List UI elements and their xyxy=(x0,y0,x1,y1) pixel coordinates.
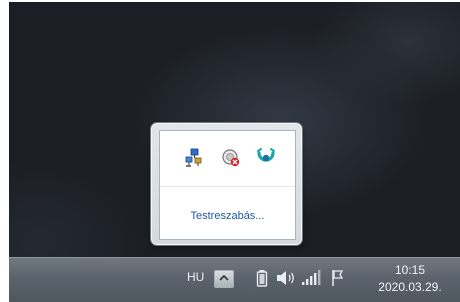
security-shield-icon[interactable] xyxy=(220,147,242,169)
customize-link[interactable]: Testreszabás... xyxy=(160,210,295,222)
chevron-up-icon xyxy=(219,274,229,281)
show-hidden-icons-button[interactable] xyxy=(214,270,234,288)
network-icon[interactable] xyxy=(183,147,205,169)
signal-strength-icon[interactable] xyxy=(301,269,321,292)
flyout-separator xyxy=(160,186,295,187)
notification-overflow-flyout: Testreszabás... xyxy=(151,123,302,245)
clock-date: 2020.03.29. xyxy=(378,280,442,294)
clock-time: 10:15 xyxy=(394,263,426,277)
taskbar: HU 10:15 2020.03.29. xyxy=(9,257,460,302)
battery-icon[interactable] xyxy=(256,269,268,292)
clock[interactable]: 10:15 2020.03.29. xyxy=(375,262,445,296)
flyout-panel: Testreszabás... xyxy=(159,130,296,240)
language-indicator[interactable]: HU xyxy=(187,270,204,284)
speaker-icon[interactable] xyxy=(275,269,297,292)
cloud-app-icon[interactable] xyxy=(255,147,277,169)
action-center-flag-icon[interactable] xyxy=(330,269,348,292)
hidden-icons-row xyxy=(160,147,295,173)
